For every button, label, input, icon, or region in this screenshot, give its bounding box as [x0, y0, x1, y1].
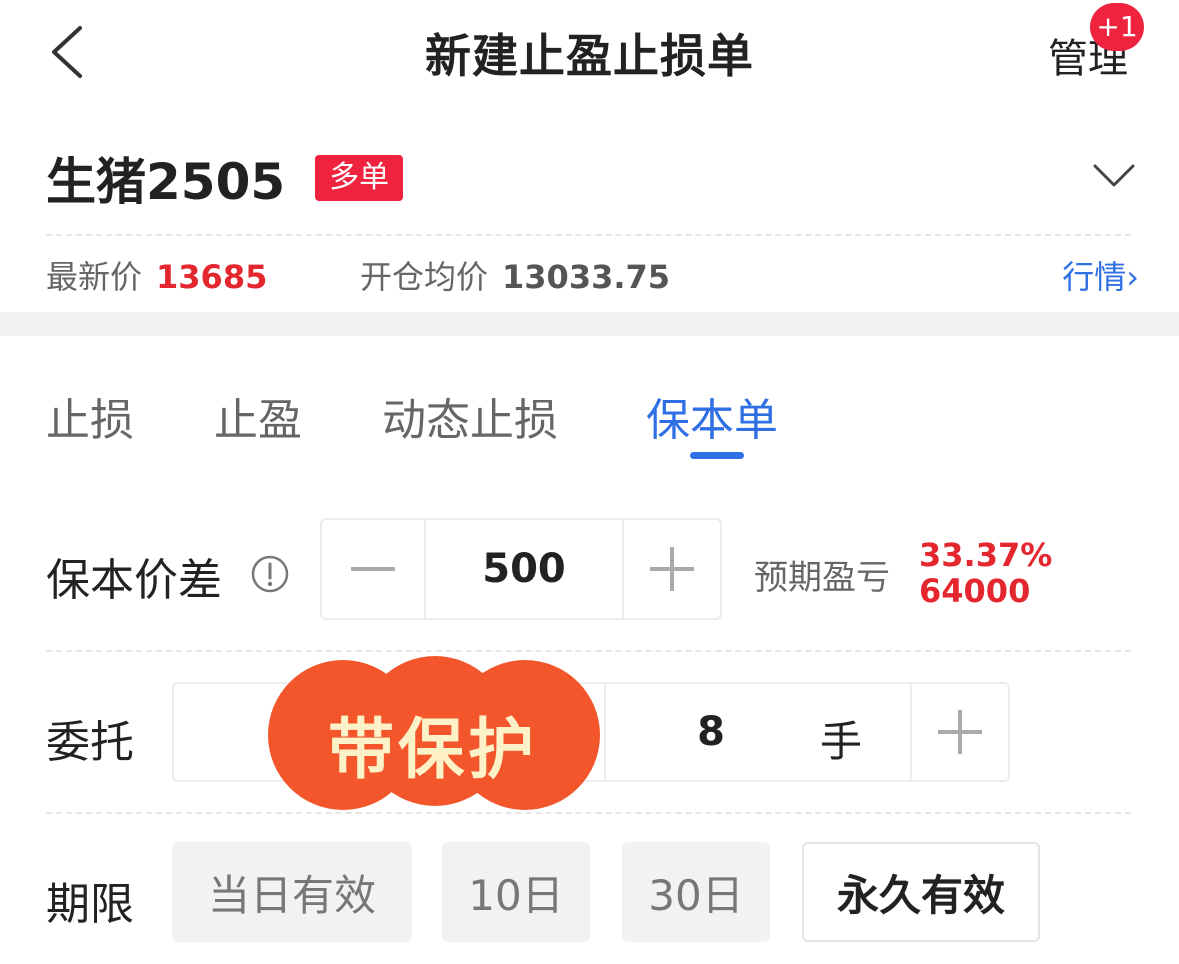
tab-trailing-stop[interactable]: 动态止损: [382, 384, 558, 448]
expiry-option-permanent[interactable]: 永久有效: [802, 842, 1040, 942]
tab-breakeven[interactable]: 保本单: [646, 384, 778, 448]
order-lots-input[interactable]: 8: [606, 684, 816, 780]
breakeven-spread-label: 保本价差: [46, 555, 222, 606]
promo-text: 带保护: [328, 710, 538, 788]
price-info-row: 最新价 13685 开仓均价 13033.75 行情›: [46, 252, 1139, 296]
increase-button[interactable]: [624, 520, 720, 618]
lots-unit-label: 手: [820, 717, 863, 766]
expiry-option-30-days[interactable]: 30日: [622, 842, 770, 942]
decrease-button[interactable]: [322, 520, 424, 618]
chevron-down-icon[interactable]: [1092, 162, 1136, 190]
minus-icon: [351, 567, 395, 571]
divider: [46, 234, 1131, 236]
tab-take-profit[interactable]: 止盈: [214, 384, 302, 448]
market-quote-link[interactable]: 行情›: [1062, 252, 1139, 298]
breakeven-spread-stepper: 500: [320, 518, 722, 620]
page-title: 新建止盈止损单: [425, 29, 754, 83]
position-side-tag: 多单: [315, 155, 404, 201]
promo-sticker: 带保护: [268, 656, 600, 812]
expiry-label: 期限: [46, 879, 134, 930]
order-type-tabs: 止损 止盈 动态止损 保本单: [0, 384, 1179, 464]
last-price-value: 13685: [156, 258, 268, 296]
expiry-option-10-days[interactable]: 10日: [442, 842, 590, 942]
plus-icon: [650, 547, 694, 591]
expected-pnl-label: 预期盈亏: [754, 558, 890, 598]
contract-selector[interactable]: 生猪2505 多单: [46, 148, 404, 211]
last-price-label: 最新价: [46, 258, 143, 296]
expected-pnl-percent: 33.37%: [919, 536, 1053, 574]
contract-name: 生猪2505: [46, 153, 286, 211]
notification-badge: +1: [1090, 3, 1144, 51]
nav-header: 新建止盈止损单 管理 +1: [0, 0, 1179, 110]
active-tab-indicator: [690, 452, 744, 459]
avg-price-label: 开仓均价: [360, 258, 489, 296]
expected-pnl-value: 64000: [919, 572, 1031, 610]
order-label: 委托: [46, 717, 134, 768]
avg-price-value: 13033.75: [502, 258, 671, 296]
breakeven-spread-input[interactable]: 500: [426, 520, 622, 618]
section-separator: [0, 312, 1179, 336]
info-icon[interactable]: [250, 554, 290, 594]
increase-lots-button[interactable]: [912, 684, 1008, 780]
avg-open-price: 开仓均价 13033.75: [360, 252, 670, 298]
last-price: 最新价 13685: [46, 252, 267, 298]
plus-icon: [938, 710, 982, 754]
expiry-option-today[interactable]: 当日有效: [172, 842, 412, 942]
divider: [46, 650, 1131, 652]
divider: [46, 812, 1131, 814]
tab-stop-loss[interactable]: 止损: [46, 384, 134, 448]
